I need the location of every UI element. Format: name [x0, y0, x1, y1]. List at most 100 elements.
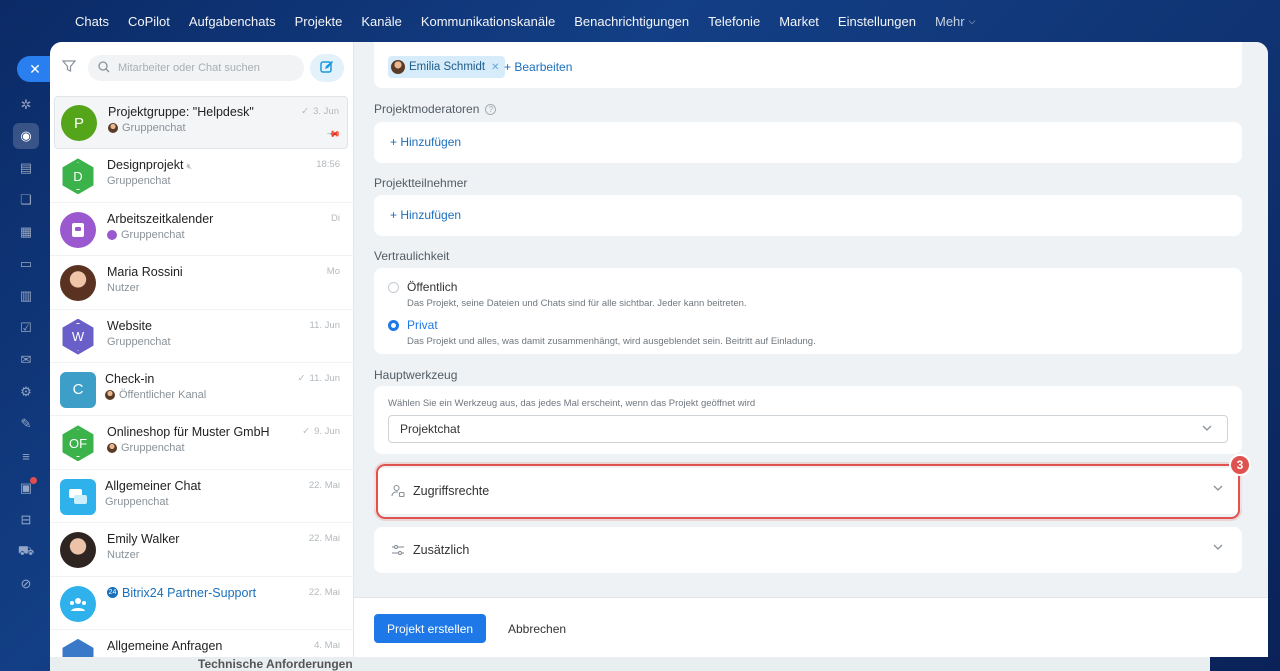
search-input[interactable]	[118, 62, 288, 74]
chat-type: Nutzer	[107, 549, 140, 562]
chat-title: Website	[107, 318, 152, 333]
cancel-button[interactable]: Abbrechen	[508, 614, 566, 643]
radio-private-button[interactable]	[388, 320, 399, 331]
chat-type: Gruppenchat	[122, 122, 186, 134]
tasks-icon[interactable]: ▤	[13, 155, 39, 181]
calendar-mini-icon	[107, 229, 117, 240]
user-mini-avatar	[107, 443, 117, 454]
main-tool-hint: Wählen Sie ein Werkzeug aus, das jedes M…	[388, 398, 756, 409]
storage-icon[interactable]: ⊟	[13, 507, 39, 533]
chat-list: P Projektgruppe: "Helpdesk" Gruppenchat …	[50, 96, 354, 657]
chat-date: 22. Mai	[308, 586, 340, 598]
chat-item-emily-walker[interactable]: Emily Walker Nutzer 22. Mai	[50, 523, 354, 577]
filter-icon[interactable]: ≡	[13, 443, 39, 469]
drive-icon[interactable]: ▭	[13, 251, 39, 277]
nav-task-chats[interactable]: Aufgabenchats	[189, 14, 276, 29]
chat-type: Gruppenchat	[105, 495, 169, 508]
nav-telephony[interactable]: Telefonie	[708, 14, 760, 29]
search-field[interactable]	[88, 55, 304, 81]
nav-channels[interactable]: Kanäle	[361, 14, 401, 29]
sign-icon[interactable]: ✎	[13, 411, 39, 437]
notifications-icon[interactable]: ▣	[13, 475, 39, 501]
chat-title: 24 Bitrix24 Partner-Support	[107, 586, 256, 600]
chat-date-value: 9. Jun	[314, 426, 340, 438]
feed-icon[interactable]: ▥	[13, 283, 39, 309]
chat-date: ✓ 3. Jun	[301, 106, 339, 117]
market-icon[interactable]: ⛟	[13, 539, 39, 565]
nav-copilot[interactable]: CoPilot	[128, 14, 170, 29]
owner-chip[interactable]: Emilia Schmidt ✕	[388, 56, 506, 78]
main-tool-label: Hauptwerkzeug	[374, 368, 458, 382]
chat-type: Gruppenchat	[107, 175, 171, 188]
chat-item-arbeitszeitkalender[interactable]: Arbeitszeitkalender Gruppenchat Di	[50, 203, 354, 257]
settings-icon[interactable]: ⚙	[13, 379, 39, 405]
main-tool-card: Wählen Sie ein Werkzeug aus, das jedes M…	[374, 386, 1242, 454]
additional-section[interactable]: Zusätzlich	[374, 527, 1242, 573]
copilot-icon[interactable]: ✲	[13, 92, 39, 118]
add-moderator-link[interactable]: + Hinzufügen	[390, 135, 461, 149]
radio-private[interactable]: Privat Das Projekt und alles, was damit …	[388, 318, 816, 347]
avatar: P	[61, 105, 97, 141]
nav-notifications[interactable]: Benachrichtigungen	[574, 14, 689, 29]
channels-icon[interactable]: ❏	[13, 187, 39, 213]
chat-date: Di	[331, 212, 340, 224]
radio-public-button[interactable]	[388, 282, 399, 293]
new-chat-button[interactable]	[310, 54, 344, 82]
nav-market[interactable]: Market	[779, 14, 819, 29]
chat-item-projektgruppe-helpdesk[interactable]: P Projektgruppe: "Helpdesk" Gruppenchat …	[54, 96, 348, 150]
read-check-icon: ✓	[302, 426, 311, 438]
user-photo-avatar	[60, 532, 96, 569]
automation-icon[interactable]: ⊘	[13, 571, 39, 597]
nav-more-label: Mehr	[934, 13, 965, 29]
close-icon: ✕	[29, 60, 41, 77]
calendar-avatar-icon	[60, 211, 96, 248]
chat-item-maria-rossini[interactable]: Maria Rossini Nutzer Mo	[50, 256, 354, 310]
remove-icon[interactable]: ✕	[491, 62, 499, 73]
chat-item-partner-support[interactable]: 24 Bitrix24 Partner-Support 22. Mai	[50, 577, 354, 630]
chat-title: Maria Rossini	[107, 265, 183, 280]
chat-item-check-in[interactable]: C Check-in Öffentlicher Kanal ✓ 11. Jun	[50, 363, 354, 417]
user-mini-avatar	[391, 60, 405, 74]
nav-chats[interactable]: Chats	[75, 14, 109, 29]
edit-owner-link[interactable]: + Bearbeiten	[504, 60, 572, 74]
chat-subtitle: Gruppenchat	[107, 442, 185, 454]
chat-date: 11. Jun	[309, 319, 340, 331]
funnel-icon[interactable]	[61, 59, 78, 75]
chat-title: Allgemeine Anfragen	[107, 638, 223, 653]
nav-more[interactable]: Mehr ⌵	[935, 14, 975, 29]
chat-item-allgemeine-anfragen[interactable]: Allgemeine Anfragen 4. Mai	[50, 630, 354, 657]
chat-item-designprojekt[interactable]: D Designprojekt 🔇︎ Gruppenchat 18:56	[50, 149, 354, 203]
highlight-frame	[376, 464, 1240, 519]
nav-projects[interactable]: Projekte	[295, 14, 343, 29]
add-participant-link[interactable]: + Hinzufügen	[390, 208, 461, 222]
chat-title: Emily Walker	[107, 532, 180, 547]
pin-icon: 📌	[326, 126, 342, 142]
chat-item-allgemeiner-chat[interactable]: Allgemeiner Chat Gruppenchat 22. Mai	[50, 470, 354, 524]
moderators-card: + Hinzufügen	[374, 122, 1242, 163]
calendar-icon[interactable]: ▦	[13, 219, 39, 245]
chat-date: 22. Mai	[308, 533, 340, 545]
muted-icon: 🔇︎	[186, 161, 193, 172]
privacy-label: Vertraulichkeit	[374, 249, 450, 263]
create-project-button[interactable]: Projekt erstellen	[374, 614, 487, 643]
nav-communication-channels[interactable]: Kommunikationskanäle	[421, 14, 555, 29]
chat-item-onlineshop[interactable]: OF Onlineshop für Muster GmbH Gruppencha…	[50, 416, 354, 470]
mail-icon[interactable]: ✉	[13, 347, 39, 373]
radio-public[interactable]: Öffentlich Das Projekt, seine Dateien un…	[388, 280, 747, 309]
general-chat-icon	[60, 478, 96, 515]
sliders-icon	[390, 542, 406, 558]
top-navigation: Chats CoPilot Aufgabenchats Projekte Kan…	[0, 0, 1280, 42]
nav-settings[interactable]: Einstellungen	[838, 14, 916, 29]
chat-title-text: Bitrix24 Partner-Support	[122, 585, 257, 600]
chat-icon[interactable]: ◉	[13, 123, 39, 149]
main-tool-select[interactable]: Projektchat	[388, 415, 1228, 443]
chat-date-value: 3. Jun	[313, 106, 339, 117]
chat-subtitle: Gruppenchat	[108, 122, 186, 134]
chat-item-website[interactable]: W Website Gruppenchat 11. Jun	[50, 310, 354, 363]
help-icon[interactable]: ?	[485, 103, 497, 115]
radio-public-title: Öffentlich	[407, 280, 458, 294]
avatar-letter: OF	[65, 429, 91, 458]
chat-title: Check-in	[105, 371, 155, 386]
close-slider-button[interactable]: ✕	[17, 56, 53, 82]
checklist-icon[interactable]: ☑	[13, 315, 39, 341]
